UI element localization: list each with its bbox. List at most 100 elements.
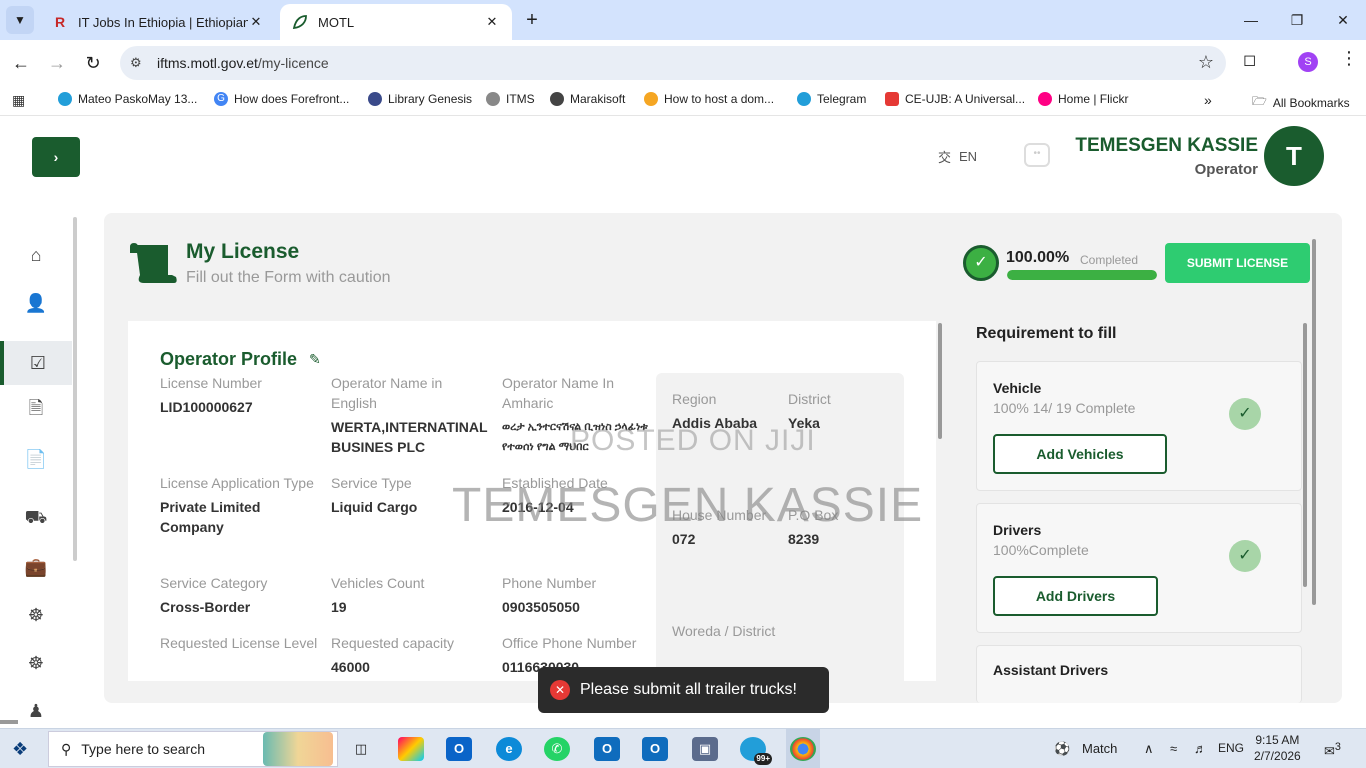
notification-icon[interactable]: ✉3 [1324, 741, 1341, 759]
outlook-classic-icon[interactable]: O [642, 737, 668, 761]
site-info-icon[interactable]: ⚙ [130, 55, 142, 71]
outlook-new-icon[interactable]: O [446, 737, 472, 761]
steering-wheel-icon[interactable]: ☸ [0, 641, 72, 685]
restore-icon[interactable]: ❐ [1274, 0, 1320, 40]
progress-bar [1007, 270, 1157, 280]
horizontal-scrollbar[interactable] [0, 720, 18, 724]
bookmark-item[interactable]: Telegram [797, 92, 866, 106]
file-icon[interactable]: 📄 [0, 437, 72, 481]
forward-icon[interactable]: → [44, 50, 70, 76]
add-vehicles-button[interactable]: Add Vehicles [993, 434, 1167, 474]
license-icon[interactable]: ☑ [0, 341, 72, 385]
marakisoft-icon [550, 92, 564, 106]
bookmark-item[interactable]: CE-UJB: A Universal... [885, 92, 1025, 106]
requirement-assistant-drivers: Assistant Drivers [976, 645, 1302, 703]
requirements-title: Requirement to fill [976, 325, 1117, 342]
bookmarks-bar: Mateo PaskoMay 13... G How does Forefront… [0, 86, 1366, 116]
tray-chevron-icon[interactable]: ∧ [1144, 741, 1154, 757]
taskbar-search[interactable]: ⚲ Type here to search [48, 731, 338, 767]
edit-pencil-icon[interactable]: ✎ [309, 351, 321, 368]
watermark-text: POSTED ON JIJI [570, 424, 816, 457]
youtube-icon [885, 92, 899, 106]
bookmark-item[interactable]: Marakisoft [550, 92, 625, 106]
sidebar-scrollbar[interactable] [73, 217, 77, 561]
steering-wheel-icon[interactable]: ☸ [0, 593, 72, 637]
user-avatar[interactable]: T [1264, 126, 1324, 186]
new-tab-button[interactable]: + [520, 8, 544, 32]
r-favicon-icon: R [54, 14, 66, 30]
language-indicator[interactable]: ENG [1218, 741, 1244, 755]
windows-start-icon[interactable]: ❖ [12, 739, 28, 760]
field-service-category: Service Category Cross-Border [160, 575, 268, 615]
field-phone-number: Phone Number 0903505050 [502, 575, 597, 615]
outlook-icon[interactable]: O [594, 737, 620, 761]
add-drivers-button[interactable]: Add Drivers [993, 576, 1158, 616]
panel-scrollbar[interactable] [1312, 239, 1316, 605]
weather-text[interactable]: Match [1082, 741, 1117, 756]
bookmark-item[interactable]: ITMS [486, 92, 535, 106]
bookmark-star-icon[interactable]: ☆ [1198, 52, 1214, 73]
more-bookmarks-icon[interactable]: » [1204, 92, 1212, 108]
minimize-icon[interactable]: — [1228, 0, 1274, 40]
bookmark-item[interactable]: How to host a dom... [644, 92, 774, 106]
window-close-icon[interactable]: ✕ [1320, 0, 1366, 40]
all-bookmarks[interactable]: 🗁 All Bookmarks [1252, 92, 1350, 113]
user-icon[interactable]: 👤 [0, 281, 72, 325]
error-icon[interactable]: ✕ [550, 680, 570, 700]
edge-icon[interactable]: e [496, 737, 522, 761]
remote-desktop-icon[interactable]: ▣ [692, 737, 718, 761]
bookmark-item[interactable]: Home | Flickr [1038, 92, 1128, 106]
tab-title: IT Jobs In Ethiopia | Ethiopian R [78, 14, 248, 30]
chat-icon[interactable]: •• [1024, 143, 1050, 167]
field-vehicles-count: Vehicles Count 19 [331, 575, 425, 615]
briefcase-icon[interactable]: 💼 [0, 545, 72, 589]
chrome-icon[interactable] [790, 737, 816, 761]
whatsapp-icon[interactable]: ✆ [544, 737, 570, 761]
watermark-text: TEMESGEN KASSIE [452, 479, 924, 532]
folder-icon: 🗁 [1252, 94, 1267, 108]
extensions-icon[interactable]: ◻ [1243, 50, 1256, 70]
reload-icon[interactable]: ↻ [80, 50, 106, 76]
language-switch[interactable]: 交 EN [938, 147, 977, 166]
address-bar[interactable]: ⚙ iftms.motl.gov.et/my-licence ☆ [120, 46, 1226, 80]
progress-bar-fill [1007, 270, 1157, 280]
task-view-icon[interactable]: ◫ [348, 737, 374, 761]
copilot-icon[interactable] [398, 737, 424, 761]
requirements-scrollbar[interactable] [1303, 323, 1307, 587]
tab-it-jobs[interactable]: R IT Jobs In Ethiopia | Ethiopian R ✕ [40, 4, 276, 40]
telegram-taskbar-icon[interactable]: 99+ [740, 737, 772, 765]
google-icon: G [214, 92, 228, 106]
bookmark-item[interactable]: Library Genesis [368, 92, 472, 106]
tab-motl[interactable]: MOTL ✕ [280, 4, 512, 40]
close-icon[interactable]: ✕ [484, 14, 500, 30]
search-highlight-image [263, 732, 333, 766]
browser-toolbar: ← → ↻ ⚙ iftms.motl.gov.et/my-licence ☆ [0, 40, 1366, 86]
page-title: My License [186, 240, 300, 263]
error-toast: ✕ Please submit all trailer trucks! [538, 667, 829, 713]
license-panel: My License Fill out the Form with cautio… [104, 213, 1342, 703]
clock[interactable]: 9:15 AM 2/7/2026 [1254, 732, 1301, 764]
apps-grid-icon[interactable]: ▦ [12, 92, 25, 109]
document-icon[interactable]: 🗎 [0, 389, 72, 433]
wifi-icon[interactable]: ≈ [1170, 741, 1177, 756]
tab-search-dropdown-icon[interactable]: ▼ [6, 6, 34, 34]
close-icon[interactable]: ✕ [248, 14, 264, 30]
profile-card-scrollbar[interactable] [938, 323, 942, 439]
weather-icon[interactable]: ⚽ [1054, 741, 1070, 757]
app-area: › 交 EN •• TEMESGEN KASSIE Operator T ⌂ 👤… [0, 117, 1366, 728]
menu-dots-icon[interactable]: ⋮ [1340, 48, 1358, 69]
tab-title: MOTL [318, 14, 355, 30]
sidebar-toggle-button[interactable]: › [32, 137, 80, 177]
search-icon: ⚲ [61, 740, 72, 757]
back-icon[interactable]: ← [8, 50, 34, 76]
profile-avatar[interactable]: S [1298, 52, 1318, 72]
bookmark-item[interactable]: Mateo PaskoMay 13... [58, 92, 197, 106]
group-icon[interactable]: ♟ [0, 689, 72, 733]
truck-icon[interactable]: ⛟ [0, 497, 72, 541]
bookmark-item[interactable]: G How does Forefront... [214, 92, 349, 106]
home-icon[interactable]: ⌂ [0, 233, 72, 277]
volume-icon[interactable]: ♬ [1194, 741, 1207, 756]
submit-license-button[interactable]: SUBMIT LICENSE [1165, 243, 1310, 283]
url-text[interactable]: iftms.motl.gov.et/my-licence [157, 55, 329, 71]
leaf-favicon-icon [292, 14, 308, 30]
